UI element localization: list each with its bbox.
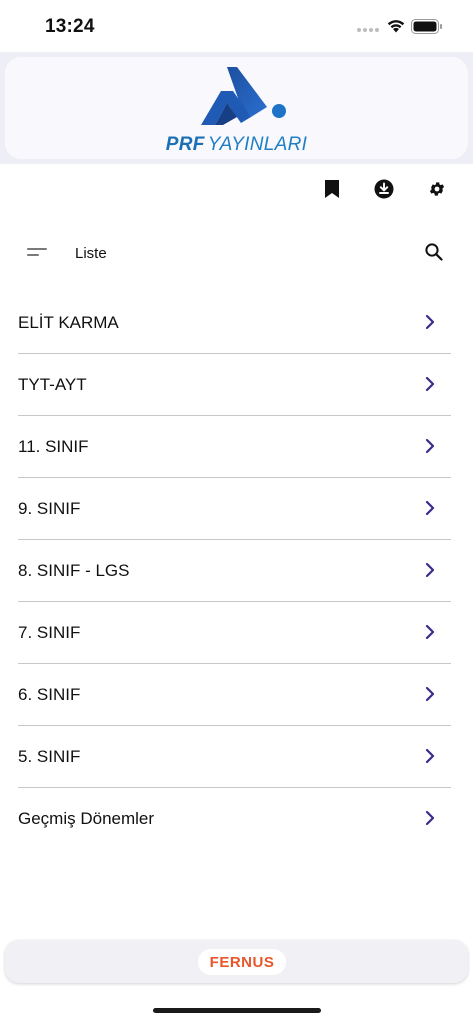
chevron-right-icon: [425, 686, 435, 702]
list-item-label: 6. SINIF: [18, 685, 81, 704]
gear-icon[interactable]: [424, 176, 450, 202]
sort-icon[interactable]: [27, 246, 47, 258]
wifi-icon: [387, 20, 405, 33]
list-item[interactable]: 7. SINIF: [0, 602, 473, 664]
footer-banner[interactable]: FERNUS: [5, 940, 468, 983]
list-item[interactable]: TYT-AYT: [0, 354, 473, 416]
list-item[interactable]: ELİT KARMA: [0, 292, 473, 354]
list-item[interactable]: 5. SINIF: [0, 726, 473, 788]
brand-logo-card: PRF YAYINLARI: [5, 57, 468, 159]
toolbar: [0, 176, 473, 204]
chevron-right-icon: [425, 438, 435, 454]
list-item[interactable]: 6. SINIF: [0, 664, 473, 726]
list-item-label: 11. SINIF: [18, 437, 89, 456]
brand-name-bold: PRF: [165, 134, 205, 155]
download-icon[interactable]: [371, 176, 397, 202]
list-item-label: 9. SINIF: [18, 499, 81, 518]
list-title: Liste: [75, 245, 107, 262]
category-list: ELİT KARMA TYT-AYT 11. SINIF 9. SINIF 8.…: [0, 292, 473, 850]
list-item-label: ELİT KARMA: [18, 313, 119, 332]
list-item-label: TYT-AYT: [18, 375, 87, 394]
list-item-label: 7. SINIF: [18, 623, 81, 642]
brand-name: PRF YAYINLARI: [5, 134, 468, 156]
status-bar: 13:24: [0, 0, 473, 52]
chevron-right-icon: [425, 562, 435, 578]
home-indicator: [153, 1008, 321, 1013]
list-item-label: 8. SINIF - LGS: [18, 561, 130, 580]
list-item-label: 5. SINIF: [18, 747, 81, 766]
list-item-label: Geçmiş Dönemler: [18, 809, 155, 828]
chevron-right-icon: [425, 376, 435, 392]
list-item[interactable]: 11. SINIF: [0, 416, 473, 478]
chevron-right-icon: [425, 810, 435, 826]
chevron-right-icon: [425, 500, 435, 516]
status-time: 13:24: [45, 16, 95, 37]
chevron-right-icon: [425, 624, 435, 640]
battery-icon: [411, 19, 442, 34]
bookmark-icon[interactable]: [319, 176, 345, 202]
list-item[interactable]: 8. SINIF - LGS: [0, 540, 473, 602]
list-header-row: Liste: [0, 238, 473, 270]
chevron-right-icon: [425, 748, 435, 764]
cellular-signal-icon: [357, 28, 379, 32]
chevron-right-icon: [425, 314, 435, 330]
search-icon[interactable]: [424, 242, 444, 262]
list-item[interactable]: Geçmiş Dönemler: [0, 788, 473, 850]
prf-logo-mark-icon: [201, 67, 286, 125]
fernus-logo: FERNUS: [198, 949, 286, 975]
brand-name-rest: YAYINLARI: [207, 134, 308, 155]
list-item[interactable]: 9. SINIF: [0, 478, 473, 540]
